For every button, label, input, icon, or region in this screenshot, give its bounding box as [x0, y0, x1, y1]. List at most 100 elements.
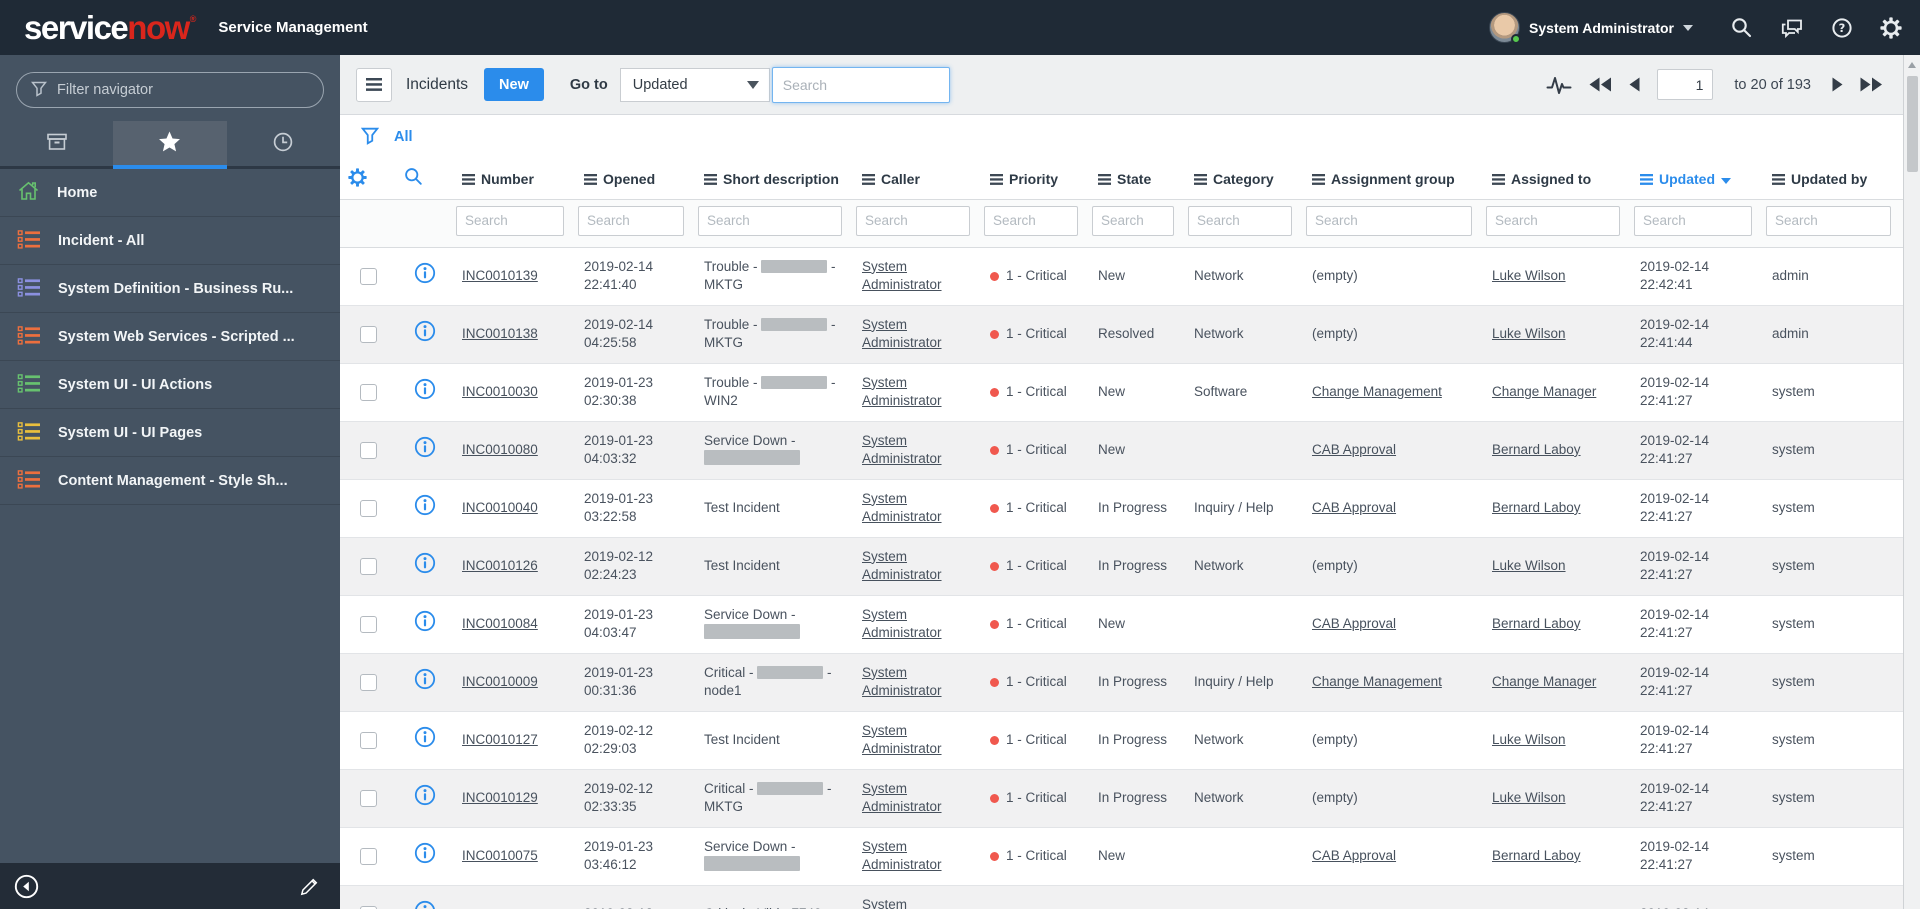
- edit-pencil-icon[interactable]: [299, 876, 320, 897]
- column-header-number[interactable]: Number: [454, 159, 576, 200]
- page-number-input[interactable]: [1657, 69, 1714, 100]
- row-checkbox[interactable]: [359, 731, 377, 749]
- sidebar-item-incident-all[interactable]: Incident - All: [0, 217, 340, 265]
- column-header-category[interactable]: Category: [1186, 159, 1304, 200]
- gear-icon[interactable]: [1880, 16, 1902, 39]
- help-icon[interactable]: ?: [1831, 17, 1853, 39]
- info-icon[interactable]: [414, 437, 436, 461]
- caller-link[interactable]: System Administrator: [862, 665, 942, 698]
- incident-number-link[interactable]: INC0010126: [462, 558, 538, 573]
- filter-navigator[interactable]: [16, 72, 324, 108]
- scrollbar-up-arrow[interactable]: [1904, 55, 1920, 74]
- sidebar-item-system-ui-ui-actions[interactable]: System UI - UI Actions: [0, 361, 340, 409]
- assignment-group-link[interactable]: CAB Approval: [1312, 848, 1396, 863]
- info-icon[interactable]: [414, 379, 436, 403]
- row-checkbox[interactable]: [359, 615, 377, 633]
- row-checkbox[interactable]: [359, 905, 377, 909]
- tab-history[interactable]: [227, 121, 340, 166]
- breadcrumb-all-link[interactable]: All: [394, 129, 413, 145]
- chat-icon[interactable]: [1780, 17, 1804, 39]
- caller-link[interactable]: System Administrator: [862, 839, 942, 872]
- caller-link[interactable]: System Administrator: [862, 723, 942, 756]
- tab-favorites[interactable]: [113, 121, 227, 169]
- row-checkbox[interactable]: [359, 441, 377, 459]
- list-settings-gear[interactable]: [340, 159, 396, 200]
- assignment-group-link[interactable]: CAB Approval: [1312, 616, 1396, 631]
- column-search-input-updated-by[interactable]: [1766, 205, 1891, 236]
- caller-link[interactable]: System Administrator: [862, 259, 942, 292]
- list-search-toggle-icon[interactable]: [396, 159, 454, 200]
- column-search-input-category[interactable]: [1188, 205, 1292, 236]
- column-header-updated[interactable]: Updated: [1632, 159, 1764, 200]
- row-checkbox[interactable]: [359, 847, 377, 865]
- assignment-group-link[interactable]: Change Management: [1312, 674, 1442, 689]
- assigned-to-link[interactable]: Luke Wilson: [1492, 558, 1566, 573]
- column-header-assignment-group[interactable]: Assignment group: [1304, 159, 1484, 200]
- assignment-group-link[interactable]: CAB Approval: [1312, 442, 1396, 457]
- column-search-input-caller[interactable]: [856, 205, 970, 236]
- servicenow-logo[interactable]: service now ®: [24, 11, 196, 44]
- row-checkbox[interactable]: [359, 325, 377, 343]
- info-icon[interactable]: [414, 843, 436, 867]
- scrollbar-thumb[interactable]: [1906, 76, 1918, 172]
- incident-number-link[interactable]: INC0010030: [462, 384, 538, 399]
- incident-number-link[interactable]: INC0010129: [462, 790, 538, 805]
- last-page-button[interactable]: [1860, 77, 1883, 92]
- caller-link[interactable]: System Administrator: [862, 375, 942, 408]
- first-page-button[interactable]: [1589, 77, 1612, 92]
- column-search-input-opened[interactable]: [578, 205, 684, 236]
- column-header-priority[interactable]: Priority: [982, 159, 1090, 200]
- caller-link[interactable]: System Administrator: [862, 607, 942, 640]
- incident-number-link[interactable]: INC0010040: [462, 500, 538, 515]
- tab-all-applications[interactable]: [0, 121, 113, 166]
- info-icon[interactable]: [414, 553, 436, 577]
- activity-stream-icon[interactable]: [1546, 74, 1572, 96]
- info-icon[interactable]: [414, 321, 436, 345]
- assigned-to-link[interactable]: Luke Wilson: [1492, 732, 1566, 747]
- collapse-sidebar-icon[interactable]: [14, 874, 39, 899]
- assignment-group-link[interactable]: CAB Approval: [1312, 500, 1396, 515]
- assigned-to-link[interactable]: Change Manager: [1492, 674, 1596, 689]
- assigned-to-link[interactable]: Luke Wilson: [1492, 326, 1566, 341]
- incident-number-link[interactable]: INC0010075: [462, 848, 538, 863]
- list-context-menu-button[interactable]: [356, 67, 392, 102]
- row-checkbox[interactable]: [359, 557, 377, 575]
- incident-number-link[interactable]: INC0010138: [462, 326, 538, 341]
- new-button[interactable]: New: [484, 68, 544, 101]
- sidebar-item-home[interactable]: Home: [0, 169, 340, 217]
- sidebar-item-system-definition-business-ru[interactable]: System Definition - Business Ru...: [0, 265, 340, 313]
- incident-number-link[interactable]: INC0010084: [462, 616, 538, 631]
- column-header-updated-by[interactable]: Updated by: [1764, 159, 1903, 200]
- column-header-opened[interactable]: Opened: [576, 159, 696, 200]
- incident-number-link[interactable]: INC0010127: [462, 732, 538, 747]
- filter-navigator-input[interactable]: [57, 82, 309, 98]
- caller-link[interactable]: System Administrator: [862, 433, 942, 466]
- sidebar-item-system-web-services-scripted[interactable]: System Web Services - Scripted ...: [0, 313, 340, 361]
- info-icon[interactable]: [414, 669, 436, 693]
- column-search-input-number[interactable]: [456, 205, 564, 236]
- incident-number-link[interactable]: INC0010139: [462, 268, 538, 283]
- assigned-to-link[interactable]: Luke Wilson: [1492, 790, 1566, 805]
- column-header-caller[interactable]: Caller: [854, 159, 982, 200]
- caller-link[interactable]: System Administrator: [862, 781, 942, 814]
- info-icon[interactable]: [414, 611, 436, 635]
- column-header-state[interactable]: State: [1090, 159, 1186, 200]
- assigned-to-link[interactable]: Change Manager: [1492, 384, 1596, 399]
- caller-link[interactable]: System Administrator: [862, 897, 942, 909]
- assigned-to-link[interactable]: Bernard Laboy: [1492, 442, 1581, 457]
- info-icon[interactable]: [414, 495, 436, 519]
- column-header-short-description[interactable]: Short description: [696, 159, 854, 200]
- search-icon[interactable]: [1731, 17, 1753, 39]
- row-checkbox[interactable]: [359, 499, 377, 517]
- row-checkbox[interactable]: [359, 789, 377, 807]
- caller-link[interactable]: System Administrator: [862, 549, 942, 582]
- column-search-input-short-description[interactable]: [698, 205, 842, 236]
- column-search-input-assigned-to[interactable]: [1486, 205, 1620, 236]
- column-search-input-priority[interactable]: [984, 205, 1078, 236]
- row-checkbox[interactable]: [359, 267, 377, 285]
- assigned-to-link[interactable]: Luke Wilson: [1492, 268, 1566, 283]
- assigned-to-link[interactable]: Bernard Laboy: [1492, 848, 1581, 863]
- info-icon[interactable]: [414, 727, 436, 751]
- caller-link[interactable]: System Administrator: [862, 317, 942, 350]
- incident-number-link[interactable]: INC0010009: [462, 674, 538, 689]
